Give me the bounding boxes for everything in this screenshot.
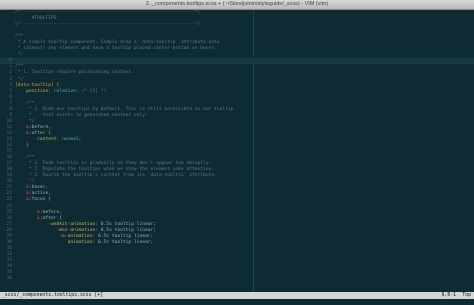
code-token: } bbox=[15, 143, 29, 149]
code-token: -o-animation bbox=[59, 233, 93, 239]
code-token: * 1. Fade tooltips in gradually so they … bbox=[15, 161, 212, 167]
code-token: [data-tooltip] { bbox=[15, 82, 60, 88]
code-token: * 1. Hide our tooltips by default. This … bbox=[15, 106, 234, 112]
code-token: :hover, bbox=[28, 185, 49, 191]
code-token: :after { bbox=[28, 130, 51, 136]
status-cursor-position: 9,0-1 bbox=[441, 293, 456, 298]
code-token: #TOOLTIPS bbox=[15, 16, 57, 22]
code-token: -moz-animation bbox=[56, 227, 96, 233]
code-lines[interactable]: /* -------------------------------------… bbox=[0, 10, 474, 282]
vim-window: 2. _components.tooltips.scss + (~/Sites/… bbox=[0, 0, 474, 305]
code-token: /* -------------------------------------… bbox=[15, 10, 201, 15]
status-line: _scss/_components.tooltips.scss [+] 9,0-… bbox=[0, 292, 474, 299]
code-token: ; /* [1] */ bbox=[75, 88, 107, 94]
code-token: :after { bbox=[39, 215, 63, 221]
code-token: relative bbox=[53, 88, 76, 94]
code-token: * (almost) any element and have a toolti… bbox=[15, 46, 217, 52]
editor-buffer[interactable]: /* -------------------------------------… bbox=[0, 10, 474, 292]
code-token: position bbox=[26, 88, 49, 94]
code-token: : 0.5s tooltip linear; bbox=[95, 227, 157, 233]
code-token: \* -------------------------------------… bbox=[15, 22, 201, 28]
code-token: * 2. Populate the tooltips when we show … bbox=[15, 167, 215, 173]
code-token: :focus { bbox=[28, 197, 51, 203]
code-token: /** bbox=[15, 155, 35, 161]
status-file-name: _scss/_components.tooltips.scss [+] bbox=[2, 293, 104, 298]
status-scroll-percent: Top bbox=[462, 293, 471, 298]
code-token: : 0.5s tooltip linear; bbox=[92, 239, 154, 245]
code-token: :before, bbox=[39, 209, 63, 215]
code-token: animation bbox=[67, 239, 93, 245]
code-token: */ bbox=[15, 52, 24, 58]
code-token: /** bbox=[15, 34, 24, 40]
code-token: /** bbox=[15, 64, 24, 70]
code-token: /** bbox=[15, 100, 35, 106]
code-token: :active, bbox=[28, 191, 51, 197]
command-line[interactable] bbox=[0, 299, 474, 305]
code-token: : 0.5s tooltip linear; bbox=[95, 221, 157, 227]
code-token: normal bbox=[62, 136, 79, 142]
code-token: :before, bbox=[28, 124, 51, 130]
code-token: content bbox=[37, 136, 57, 142]
code-token: * 3. Source the tooltip's content from i… bbox=[15, 173, 217, 179]
code-token: */ bbox=[15, 118, 35, 124]
code-token: : 0.5s tooltip linear; bbox=[92, 233, 154, 239]
code-token: * text exists in generated content only. bbox=[15, 112, 148, 118]
code-token: ; bbox=[78, 136, 82, 142]
code-token: * 1. Tooltips require positioning contex… bbox=[15, 70, 134, 76]
line-number: 36 bbox=[6, 276, 12, 282]
window-title: 2. _components.tooltips.scss + (~/Sites/… bbox=[145, 1, 329, 7]
title-bar: 2. _components.tooltips.scss + (~/Sites/… bbox=[0, 0, 474, 17]
code-token: */ bbox=[15, 179, 35, 185]
code-token: * A simple tooltip component. Simply dro… bbox=[15, 40, 220, 46]
code-line[interactable]: 36 bbox=[0, 276, 474, 282]
code-token: */ bbox=[15, 76, 24, 82]
code-token: -webkit-animation bbox=[48, 221, 96, 227]
